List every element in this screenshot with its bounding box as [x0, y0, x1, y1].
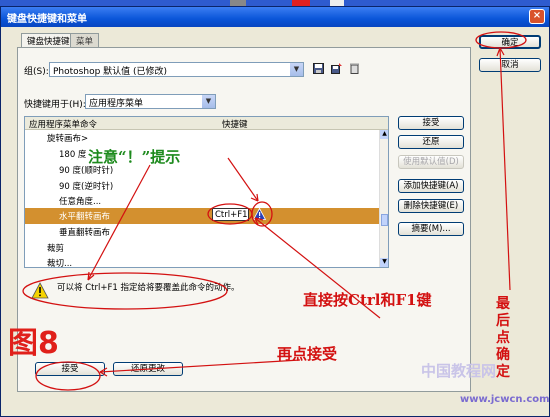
scroll-down-icon[interactable]: ▼ [380, 258, 388, 267]
close-button[interactable]: × [529, 9, 545, 24]
save-set-as-icon[interactable] [330, 63, 342, 75]
list-header: 应用程序菜单命令 快捷键 [25, 117, 388, 130]
warning-icon [253, 208, 266, 220]
save-set-icon[interactable] [312, 63, 324, 75]
tab-keyboard-shortcuts[interactable]: 键盘快捷键 [21, 33, 76, 47]
conflict-message-text: 可以将 Ctrl+F1 指定给将要覆盖此命令的动作。 [57, 283, 240, 293]
chevron-down-icon: ▼ [202, 95, 215, 108]
watermark-cn: 中国教程网 [421, 362, 497, 380]
accept-button[interactable]: 接受 [398, 116, 464, 130]
list-item[interactable]: 90 度(逆时针) [25, 178, 380, 193]
figure-label: 图8 [8, 326, 59, 361]
set-select[interactable]: Photoshop 默认值 (已修改) ▼ [49, 62, 304, 77]
annotation-last-click: 最 后 点 确 定 [496, 296, 510, 380]
scroll-thumb[interactable] [381, 214, 388, 226]
list-item[interactable]: 裁切... [25, 255, 380, 267]
delete-shortcut-button[interactable]: 删除快捷键(E) [398, 199, 464, 213]
ok-button[interactable]: 确定 [479, 35, 541, 49]
chevron-down-icon: ▼ [290, 63, 303, 76]
column-header-command: 应用程序菜单命令 [29, 120, 98, 130]
bottom-accept-button[interactable]: 接受 [35, 362, 105, 376]
shortcuts-for-label: 快捷键用于(H): [24, 100, 86, 110]
tab-menus[interactable]: 菜单 [70, 33, 100, 47]
list-item[interactable]: 垂直翻转画布 [25, 224, 380, 239]
use-default-button[interactable]: 使用默认值(D) [398, 155, 464, 169]
column-header-shortcut: 快捷键 [222, 120, 248, 130]
annotation-note: 注意“！”提示 [88, 148, 181, 166]
cancel-button[interactable]: 取消 [479, 58, 541, 72]
list-item[interactable]: 180 度 [25, 146, 380, 161]
scroll-up-icon[interactable]: ▲ [380, 130, 388, 139]
command-list[interactable]: 应用程序菜单命令 快捷键 旋转画布> 180 度 90 度(顺时针) 90 度(… [24, 116, 389, 268]
dialog-title: 键盘快捷键和菜单 [7, 14, 87, 25]
list-item[interactable]: 任意角度... [25, 193, 380, 208]
annotation-click-accept: 再点接受 [277, 345, 338, 363]
list-item[interactable]: 裁剪 [25, 240, 380, 255]
list-item[interactable]: 90 度(顺时针) [25, 162, 380, 177]
set-label: 组(S): [24, 67, 49, 77]
undo-button[interactable]: 还原 [398, 135, 464, 149]
shortcuts-for-value: 应用程序菜单 [89, 99, 144, 109]
dialog-titlebar: 键盘快捷键和菜单 [1, 7, 549, 27]
warning-icon [31, 282, 49, 299]
annotation-direct-press: 直接按Ctrl和F1键 [303, 291, 432, 309]
list-scrollbar[interactable]: ▲ ▼ [379, 130, 388, 267]
watermark-url: www.jcwcn.com [460, 394, 550, 405]
summarize-button[interactable]: 摘要(M)... [398, 222, 464, 236]
shortcuts-for-select[interactable]: 应用程序菜单 ▼ [85, 94, 216, 109]
bottom-undo-changes-button[interactable]: 还原更改 [113, 362, 183, 376]
list-item-selected[interactable]: 水平翻转画布 [25, 208, 380, 224]
set-select-value: Photoshop 默认值 (已修改) [53, 67, 168, 77]
delete-set-icon[interactable] [348, 63, 360, 75]
add-shortcut-button[interactable]: 添加快捷键(A) [398, 179, 464, 193]
list-item[interactable]: 旋转画布> [25, 130, 380, 145]
shortcut-input[interactable]: Ctrl+F1 [212, 208, 249, 221]
